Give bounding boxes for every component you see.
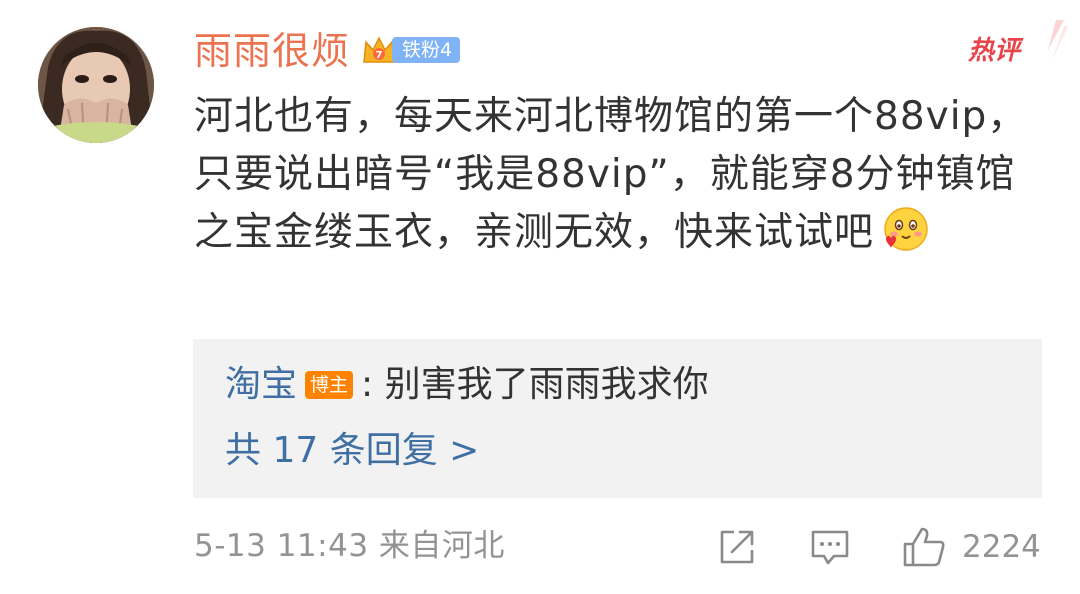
reply-author[interactable]: 淘宝 (225, 361, 297, 409)
fan-badge[interactable]: 7 铁粉4 (360, 32, 461, 68)
username[interactable]: 雨雨很烦 (194, 28, 350, 74)
like-button[interactable]: 2224 (902, 524, 1041, 570)
share-button[interactable] (718, 524, 756, 570)
comment-time: 5-13 11:43 (194, 528, 369, 564)
reply-text: : 别害我了雨雨我求你 (361, 364, 709, 405)
reply-box[interactable]: 淘宝 博主 : 别害我了雨雨我求你 共 17 条回复 > (193, 339, 1042, 498)
comment-button[interactable] (810, 524, 850, 570)
more-replies-link[interactable]: 共 17 条回复 > (225, 427, 479, 475)
smiling-hearts-emoji (884, 207, 928, 251)
comment-location: 来自河北 (378, 528, 505, 564)
reply-item: 淘宝 博主 : 别害我了雨雨我求你 (225, 361, 709, 409)
avatar[interactable] (38, 27, 154, 143)
comment-meta: 5-13 11:43 来自河北 (194, 525, 505, 567)
svg-text:7: 7 (376, 50, 383, 61)
like-icon (903, 527, 945, 567)
avatar-photo (38, 27, 154, 143)
like-count: 2224 (962, 529, 1041, 565)
hot-comment-tag: 热评 (968, 36, 1021, 66)
comment-icon (811, 530, 849, 565)
share-icon (720, 530, 754, 564)
fan-level-label: 铁粉4 (392, 37, 461, 63)
comment-text: 河北也有，每天来河北博物馆的第一个88vip，只要说出暗号“我是88vip”，就… (194, 88, 1044, 262)
blogger-badge: 博主 (305, 371, 354, 399)
